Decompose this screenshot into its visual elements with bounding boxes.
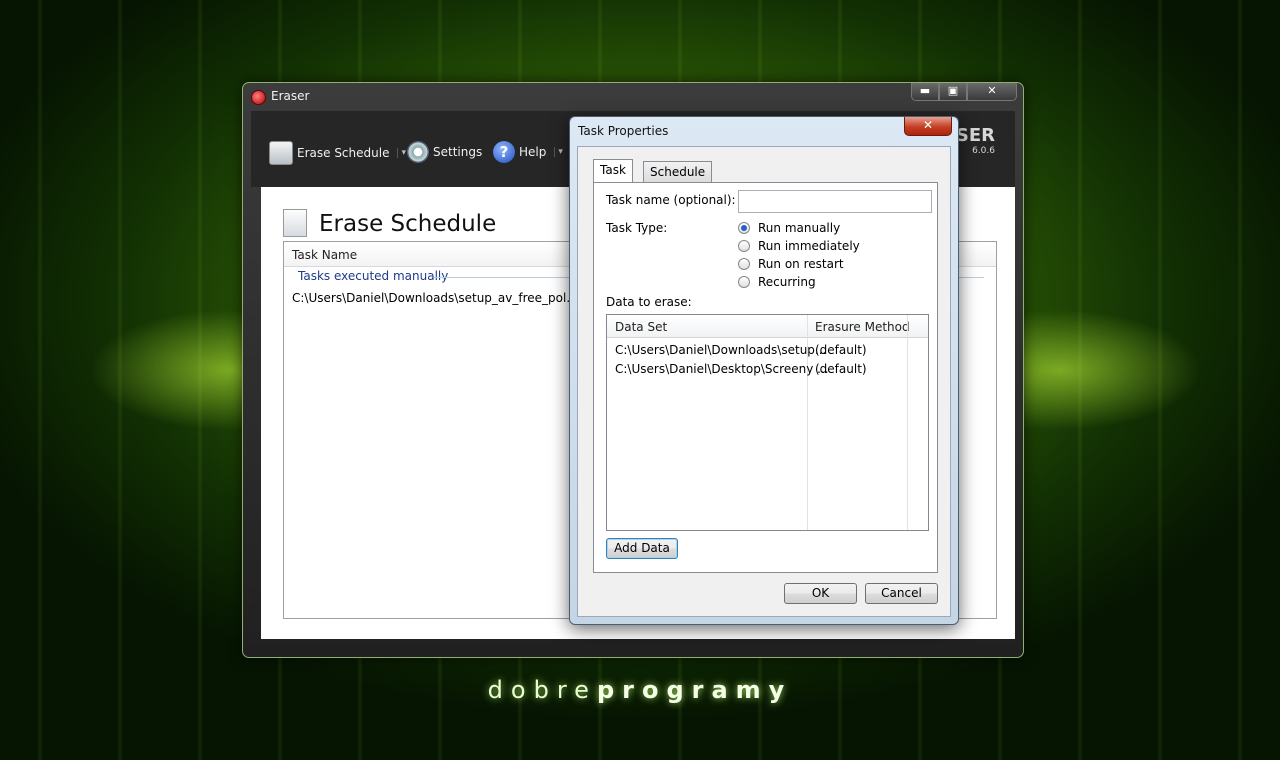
- dialog-title: Task Properties: [578, 124, 669, 138]
- page-title: Erase Schedule: [319, 211, 497, 237]
- data-set-cell[interactable]: C:\Users\Daniel\Downloads\setup...: [615, 343, 826, 357]
- dialog-close-button[interactable]: ✕: [904, 117, 952, 136]
- maximize-button[interactable]: ▣: [939, 83, 967, 101]
- settings-button[interactable]: Settings: [407, 141, 482, 163]
- erasure-method-cell[interactable]: (default): [815, 343, 867, 357]
- help-label: Help: [519, 145, 547, 159]
- chevron-down-icon[interactable]: ▾: [397, 148, 406, 158]
- radio-label: Run manually: [758, 221, 841, 235]
- help-button[interactable]: ? Help ▾: [493, 141, 563, 163]
- erase-schedule-button[interactable]: Erase Schedule ▾: [269, 141, 406, 165]
- erasure-method-cell[interactable]: (default): [815, 362, 867, 376]
- radio-label: Recurring: [758, 275, 816, 289]
- task-tab-panel: Task name (optional): Task Type: Run man…: [593, 182, 938, 573]
- window-title: Eraser: [271, 89, 310, 103]
- erase-schedule-label: Erase Schedule: [297, 146, 390, 160]
- data-set-cell[interactable]: C:\Users\Daniel\Desktop\Screeny ...: [615, 362, 829, 376]
- chevron-down-icon[interactable]: ▾: [554, 147, 563, 157]
- data-to-erase-label: Data to erase:: [606, 295, 692, 309]
- schedule-icon: [283, 209, 307, 237]
- cancel-button[interactable]: Cancel: [865, 583, 938, 604]
- task-properties-dialog: Task Properties ✕ Task Schedule Task nam…: [569, 116, 959, 625]
- task-name-input[interactable]: [738, 190, 932, 213]
- window-controls: ▬ ▣ ✕: [911, 83, 1017, 102]
- column-task-name[interactable]: Task Name: [292, 248, 357, 262]
- tab-task[interactable]: Task: [593, 159, 633, 182]
- radio-button-selected[interactable]: [738, 222, 750, 234]
- radio-label: Run on restart: [758, 257, 844, 271]
- radio-label: Run immediately: [758, 239, 860, 253]
- brand-bold: programy: [596, 676, 793, 704]
- task-type-label: Task Type:: [606, 221, 668, 235]
- radio-button[interactable]: [738, 240, 750, 252]
- column-data-set[interactable]: Data Set: [615, 320, 667, 334]
- help-icon: ?: [493, 141, 515, 163]
- radio-run-on-restart[interactable]: Run on restart: [738, 257, 844, 271]
- add-data-button[interactable]: Add Data: [606, 538, 678, 559]
- gear-icon: [407, 141, 429, 163]
- settings-label: Settings: [433, 145, 483, 159]
- radio-button[interactable]: [738, 258, 750, 270]
- schedule-icon: [269, 141, 293, 165]
- radio-recurring[interactable]: Recurring: [738, 275, 816, 289]
- eraser-app-icon: [251, 90, 266, 105]
- tab-schedule[interactable]: Schedule: [643, 161, 713, 182]
- column-erasure-method[interactable]: Erasure Method: [815, 320, 910, 334]
- radio-run-immediately[interactable]: Run immediately: [738, 239, 860, 253]
- grid-header: Data Set Erasure Method: [607, 315, 928, 338]
- table-row[interactable]: C:\Users\Daniel\Downloads\setup_av_free_…: [292, 291, 591, 305]
- brand-light: dobre: [487, 676, 597, 704]
- dialog-body: Task Schedule Task name (optional): Task…: [577, 146, 951, 617]
- column-divider: [907, 315, 908, 530]
- task-name-label: Task name (optional):: [606, 193, 736, 207]
- data-set-list[interactable]: Data Set Erasure Method C:\Users\Daniel\…: [606, 314, 929, 531]
- dobreprogramy-watermark: dobreprogramy: [0, 676, 1280, 704]
- ok-button[interactable]: OK: [784, 583, 857, 604]
- close-button[interactable]: ✕: [967, 83, 1017, 101]
- group-header[interactable]: Tasks executed manually: [298, 269, 448, 283]
- minimize-button[interactable]: ▬: [911, 83, 939, 101]
- radio-run-manually[interactable]: Run manually: [738, 221, 840, 235]
- radio-button[interactable]: [738, 276, 750, 288]
